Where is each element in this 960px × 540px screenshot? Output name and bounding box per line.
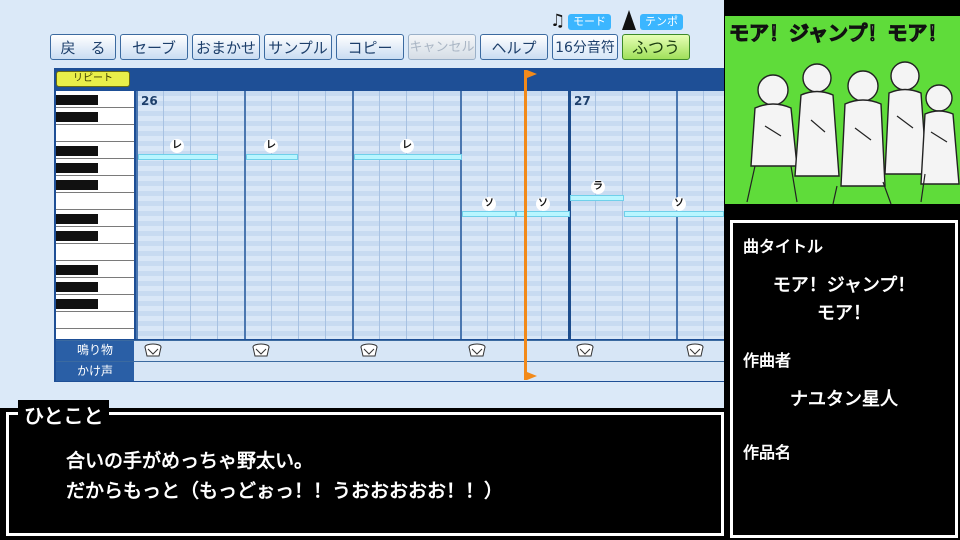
- voice-track-label: かけ声: [56, 362, 134, 381]
- comment-line: だからもっと（もっどぉっ！！うおおおおお！！）: [66, 480, 504, 502]
- tempo-label: テンポ: [640, 14, 683, 30]
- black-key[interactable]: [56, 299, 98, 309]
- composer-name: ナユタン星人: [790, 389, 898, 410]
- help-button[interactable]: ヘルプ: [480, 34, 548, 60]
- voice-track[interactable]: かけ声: [56, 361, 724, 381]
- note-lyric: レ: [400, 139, 414, 153]
- auto-button[interactable]: おまかせ: [192, 34, 260, 60]
- note-lyric: ラ: [591, 180, 605, 194]
- black-key[interactable]: [56, 214, 98, 224]
- title-label: 曲タイトル: [743, 237, 824, 256]
- song-title-line1: モア！ジャンプ！: [772, 275, 916, 296]
- white-key[interactable]: [56, 125, 134, 142]
- drum-icon[interactable]: [360, 343, 378, 358]
- white-key[interactable]: [56, 244, 134, 261]
- music-note-icon: ♫: [550, 11, 566, 31]
- black-key[interactable]: [56, 163, 98, 173]
- work-label: 作品名: [743, 443, 792, 462]
- song-info-panel: 曲タイトル モア！ジャンプ！ モア！ 作曲者 ナユタン星人 作品名: [730, 220, 958, 538]
- album-art: モア！ジャンプ！モア！: [725, 16, 960, 204]
- song-title-line2: モア！: [817, 303, 871, 324]
- note-lyric: レ: [264, 139, 278, 153]
- black-key[interactable]: [56, 180, 98, 190]
- album-art-title: モア！ジャンプ！モア！: [729, 21, 947, 45]
- note[interactable]: [624, 211, 724, 217]
- drum-icon[interactable]: [144, 343, 162, 358]
- repeat-button[interactable]: リピート: [56, 71, 130, 87]
- drum-icon[interactable]: [686, 343, 704, 358]
- measure-number: 27: [574, 94, 591, 108]
- playhead-top-marker: [527, 70, 537, 78]
- black-key[interactable]: [56, 146, 98, 156]
- percussion-track-label: 鳴り物: [56, 341, 134, 361]
- black-key[interactable]: [56, 231, 98, 241]
- comment-header: ひとこと: [18, 400, 110, 429]
- note[interactable]: [246, 154, 298, 160]
- comment-line: 合いの手がめっちゃ野太い。: [66, 450, 314, 472]
- white-key[interactable]: [56, 312, 134, 329]
- playhead-bottom-marker: [527, 372, 537, 380]
- note-lyric: ソ: [482, 197, 496, 211]
- note[interactable]: [138, 154, 218, 160]
- comment-text: 合いの手がめっちゃ野太い。 だからもっと（もっどぉっ！！うおおおおお！！）: [66, 446, 706, 506]
- composer-label: 作曲者: [743, 351, 792, 370]
- save-button[interactable]: セーブ: [120, 34, 188, 60]
- black-key[interactable]: [56, 95, 98, 105]
- drum-icon[interactable]: [576, 343, 594, 358]
- black-key[interactable]: [56, 265, 98, 275]
- note[interactable]: [462, 211, 516, 217]
- note[interactable]: [354, 154, 462, 160]
- cancel-button[interactable]: キャンセル: [408, 34, 476, 60]
- black-key[interactable]: [56, 112, 98, 122]
- back-button[interactable]: 戻 る: [50, 34, 116, 60]
- piano-keys[interactable]: [56, 91, 134, 339]
- copy-button[interactable]: コピー: [336, 34, 404, 60]
- metronome-icon: [622, 10, 636, 30]
- grid-row: [136, 336, 724, 339]
- note-lyric: ソ: [536, 197, 550, 211]
- percussion-track[interactable]: 鳴り物: [56, 340, 724, 361]
- note-lyric: ソ: [672, 197, 686, 211]
- black-key[interactable]: [56, 282, 98, 292]
- drum-icon[interactable]: [468, 343, 486, 358]
- note-grid[interactable]: 26 27 レ レ レ ソ ソ ラ ソ: [136, 91, 724, 339]
- drum-icon[interactable]: [252, 343, 270, 358]
- measure-number: 26: [141, 94, 158, 108]
- mode-label: モード: [568, 14, 611, 30]
- note-lyric: レ: [170, 139, 184, 153]
- white-key[interactable]: [56, 193, 134, 210]
- tempo-select[interactable]: ふつう: [622, 34, 690, 60]
- playhead[interactable]: [524, 70, 527, 380]
- note[interactable]: [570, 195, 624, 201]
- step-select[interactable]: 16分音符: [552, 34, 618, 60]
- sample-button[interactable]: サンプル: [264, 34, 332, 60]
